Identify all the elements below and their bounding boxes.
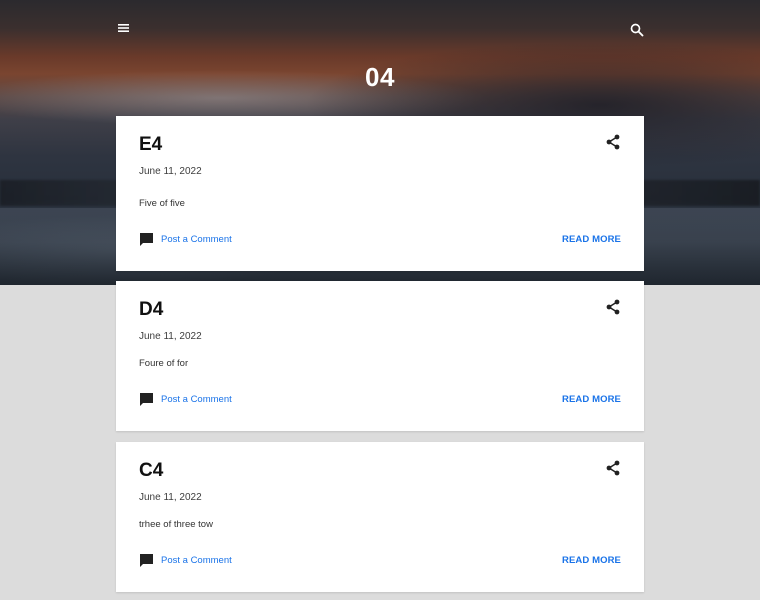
share-icon	[606, 460, 620, 476]
post-comment-link[interactable]: Post a Comment	[139, 232, 232, 247]
post-comment-label: Post a Comment	[161, 555, 232, 566]
read-more-link[interactable]: READ MORE	[562, 394, 621, 405]
post-comment-link[interactable]: Post a Comment	[139, 553, 232, 568]
share-button[interactable]	[604, 133, 622, 151]
search-icon	[630, 23, 644, 37]
post-card: E4 June 11, 2022 Five of five Post a Com…	[116, 116, 644, 271]
post-snippet: trhee of three tow	[139, 519, 213, 530]
post-date: June 11, 2022	[139, 331, 202, 342]
post-comment-label: Post a Comment	[161, 394, 232, 405]
menu-icon	[118, 24, 129, 32]
post-snippet: Foure of for	[139, 358, 189, 369]
page-title: 04	[365, 62, 395, 92]
post-comment-link[interactable]: Post a Comment	[139, 392, 232, 407]
read-more-link[interactable]: READ MORE	[562, 555, 621, 566]
post-date: June 11, 2022	[139, 166, 202, 177]
share-icon	[606, 299, 620, 315]
post-card: C4 June 11, 2022 trhee of three tow Post…	[116, 442, 644, 592]
read-more-link[interactable]: READ MORE	[562, 234, 621, 245]
post-title[interactable]: E4	[139, 134, 162, 156]
menu-button[interactable]	[112, 16, 136, 40]
share-button[interactable]	[604, 459, 622, 477]
share-button[interactable]	[604, 298, 622, 316]
post-title[interactable]: C4	[139, 460, 163, 482]
share-icon	[606, 134, 620, 150]
post-snippet: Five of five	[139, 198, 185, 209]
comment-icon	[140, 233, 153, 246]
comment-icon	[140, 393, 153, 406]
post-date: June 11, 2022	[139, 492, 202, 503]
post-comment-label: Post a Comment	[161, 234, 232, 245]
post-card: D4 June 11, 2022 Foure of for Post a Com…	[116, 281, 644, 431]
post-title[interactable]: D4	[139, 299, 163, 321]
search-button[interactable]	[625, 18, 649, 42]
comment-icon	[140, 554, 153, 567]
